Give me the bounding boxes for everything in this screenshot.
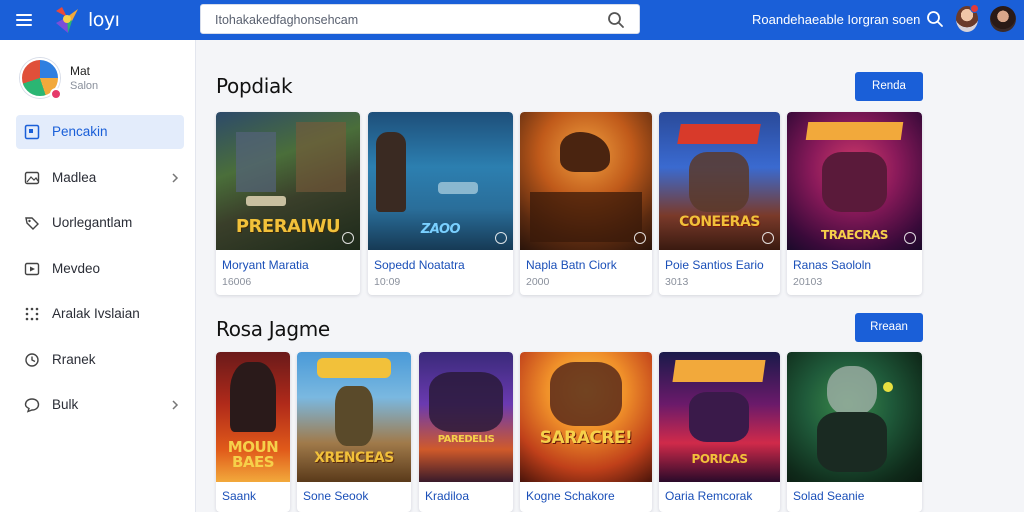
notifications-avatar[interactable]	[956, 4, 979, 32]
card-title: Sopedd Noatatra	[374, 258, 465, 272]
section-title-popdiak: Popdiak	[216, 74, 293, 98]
top-bar: loyı Roandehaeable Iorgran soen	[0, 0, 1024, 40]
poster-text: CONEERAS	[679, 214, 760, 230]
poster-text: PAREDELIS	[437, 434, 495, 445]
card-title: Kradiloa	[425, 489, 470, 503]
info-icon	[634, 232, 646, 244]
info-icon	[904, 232, 916, 244]
comment-icon	[24, 398, 40, 413]
hamburger-menu-icon[interactable]	[14, 10, 34, 30]
poster-text: XRENCEAS	[314, 450, 394, 466]
game-cover-image: ZAOO	[368, 112, 513, 250]
profile-subtitle: Salon	[70, 80, 99, 92]
poster-text: SARACRE!	[539, 428, 633, 448]
game-cover-image: PORICAS	[659, 352, 780, 482]
game-card[interactable]: CONEERAS Poie Santios Eario 3013	[659, 112, 780, 295]
game-card[interactable]: Solad Seanie	[787, 352, 922, 512]
game-cover-image: CONEERAS	[659, 112, 780, 250]
game-card[interactable]: TRAECRAS Ranas Saololn 20103	[787, 112, 922, 295]
game-card[interactable]: XRENCEAS Sone Seook	[297, 352, 411, 512]
poster-text: MOUN BAES	[227, 438, 279, 471]
tag-icon	[25, 217, 39, 230]
game-cover-image: MOUN BAES	[216, 352, 290, 482]
card-title: Oaria Remcorak	[665, 489, 753, 503]
sidebar-item-label: Mevdeo	[52, 261, 101, 276]
poster-text: PRERAIWU	[235, 216, 341, 237]
game-card[interactable]: PAREDELIS Kradiloa	[419, 352, 513, 512]
card-title: Moryant Maratia	[222, 258, 309, 272]
search-input[interactable]	[215, 11, 595, 29]
clock-icon	[25, 353, 39, 367]
card-title: Ranas Saololn	[793, 258, 872, 272]
dots-grid-icon	[25, 307, 39, 321]
sidebar-item-label: Bulk	[52, 397, 79, 412]
user-avatar[interactable]	[990, 6, 1016, 32]
sidebar-item-mevdeo[interactable]: Mevdeo	[16, 252, 184, 286]
card-title: Poie Santios Eario	[665, 258, 764, 272]
sidebar-item-uorlegantlam[interactable]: Uorlegantlam	[16, 206, 184, 240]
card-meta: 10:09	[374, 276, 401, 288]
card-title: Solad Seanie	[793, 489, 865, 503]
section-title-rosa-jagme: Rosa Jagme	[216, 317, 330, 341]
sidebar-item-pencakin[interactable]: Pencakin	[16, 115, 184, 149]
sidebar-item-label: Pencakin	[52, 124, 108, 139]
game-card[interactable]: PORICAS Oaria Remcorak	[659, 352, 780, 512]
search-bar	[200, 4, 640, 34]
sidebar-item-aralak[interactable]: Aralak Ivslaian	[16, 297, 184, 331]
app-logo-icon[interactable]	[50, 3, 84, 37]
game-cover-image: PRERAIWU	[216, 112, 360, 250]
profile-avatar[interactable]	[20, 58, 62, 100]
card-meta: 16006	[222, 276, 252, 288]
game-card[interactable]: Napla Batn Ciork 2000	[520, 112, 652, 295]
card-title: Napla Batn Ciork	[526, 258, 617, 272]
card-meta: 3013	[665, 276, 689, 288]
game-cover-image: SARACRE!	[520, 352, 652, 482]
game-cover-image: PAREDELIS	[419, 352, 513, 482]
section-rosa-jagme-button[interactable]: Rreaan	[855, 313, 923, 342]
game-card[interactable]: MOUN BAES Saank	[216, 352, 290, 512]
info-icon	[342, 232, 354, 244]
game-cover-image: TRAECRAS	[787, 112, 922, 250]
info-icon	[762, 232, 774, 244]
notification-dot	[970, 4, 979, 13]
poster-text: ZAOO	[420, 222, 461, 237]
image-icon	[24, 171, 40, 185]
header-search-icon[interactable]	[926, 10, 944, 28]
chevron-right-icon	[172, 400, 179, 410]
sidebar-item-label: Uorlegantlam	[52, 215, 133, 230]
game-card[interactable]: SARACRE! Kogne Schakore	[520, 352, 652, 512]
sidebar-item-madlea[interactable]: Madlea	[16, 161, 184, 195]
brand-name[interactable]: loyı	[88, 9, 120, 31]
card-title: Kogne Schakore	[526, 489, 615, 503]
search-icon[interactable]	[607, 11, 625, 29]
chevron-right-icon	[172, 173, 179, 183]
profile-name: Mat	[70, 64, 91, 78]
video-icon	[24, 262, 40, 276]
game-cover-image	[787, 352, 922, 482]
poster-text: PORICAS	[691, 452, 748, 466]
sidebar-item-rranek[interactable]: Rranek	[16, 343, 184, 377]
sidebar-item-label: Rranek	[52, 352, 96, 367]
info-icon	[495, 232, 507, 244]
section-popdiak-button[interactable]: Renda	[855, 72, 923, 101]
sidebar-item-label: Madlea	[52, 170, 97, 185]
grid-icon	[24, 124, 40, 140]
game-cover-image	[520, 112, 652, 250]
profile-badge	[50, 88, 62, 100]
header-link[interactable]: Roandehaeable Iorgran soen	[752, 12, 920, 27]
game-card[interactable]: ZAOO Sopedd Noatatra 10:09	[368, 112, 513, 295]
card-meta: 20103	[793, 276, 823, 288]
card-title: Sone Seook	[303, 489, 369, 503]
card-meta: 2000	[526, 276, 550, 288]
game-cover-image: XRENCEAS	[297, 352, 411, 482]
game-card[interactable]: PRERAIWU Moryant Maratia 16006	[216, 112, 360, 295]
sidebar-item-bulk[interactable]: Bulk	[16, 388, 184, 422]
sidebar-item-label: Aralak Ivslaian	[52, 306, 140, 321]
poster-text: TRAECRAS	[821, 228, 888, 242]
card-title: Saank	[222, 489, 257, 503]
sidebar: Mat Salon Pencakin Madlea Uorlegantlam M…	[0, 40, 196, 512]
